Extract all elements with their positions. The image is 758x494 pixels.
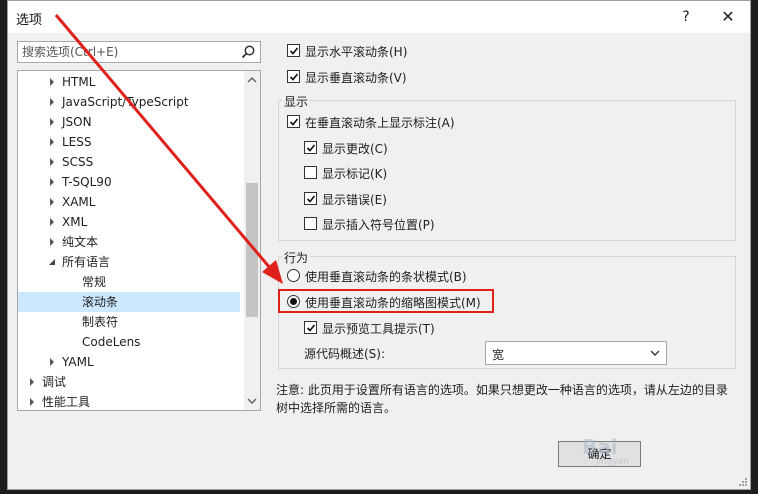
tree-item[interactable]: YAML — [18, 352, 240, 372]
expanded-arrow-icon[interactable] — [48, 258, 56, 266]
tree-item-label: LESS — [62, 135, 92, 149]
watermark-subtext: jingyan — [596, 457, 629, 467]
tree-item-label: 制表符 — [82, 315, 119, 329]
search-input[interactable] — [22, 44, 232, 60]
highlight-annotation — [278, 289, 494, 313]
note-text: 注意: 此页用于设置所有语言的选项。如果只想更改一种语言的选项，请从左边的目录树… — [276, 383, 728, 415]
show-preview-checkbox[interactable] — [304, 321, 317, 334]
tree-item[interactable]: 纯文本 — [18, 232, 240, 252]
show-errors-checkbox[interactable] — [304, 192, 317, 205]
show-changes-checkbox[interactable] — [304, 141, 317, 154]
tree-item-label: CodeLens — [82, 335, 141, 349]
tree-item[interactable]: CodeLens — [18, 332, 240, 352]
show-caret-label: 显示插入符号位置(P) — [322, 218, 435, 232]
source-overview-select[interactable]: 宽 — [485, 341, 667, 365]
window-title: 选项 — [16, 13, 43, 28]
tree-scrollbar[interactable] — [244, 71, 260, 410]
tree-item[interactable]: 滚动条 — [18, 292, 240, 312]
tree-item-label: JSON — [62, 115, 92, 129]
tree-item[interactable]: 常规 — [18, 272, 240, 292]
scroll-down-icon[interactable] — [247, 396, 257, 406]
collapsed-arrow-icon[interactable] — [48, 138, 56, 146]
watermark-text: Bai — [582, 435, 618, 459]
tree-item-label: 调试 — [42, 375, 67, 389]
tree-item-label: T-SQL90 — [62, 175, 112, 189]
collapsed-arrow-icon[interactable] — [48, 98, 56, 106]
show-changes-label: 显示更改(C) — [322, 142, 388, 156]
close-button[interactable]: ✕ — [718, 7, 738, 27]
tree-item[interactable]: XML — [18, 212, 240, 232]
search-box[interactable] — [17, 41, 261, 63]
tree-item-label: 纯文本 — [62, 235, 99, 249]
help-button[interactable]: ? — [676, 7, 696, 27]
source-overview-label: 源代码概述(S): — [304, 347, 386, 361]
collapsed-arrow-icon[interactable] — [48, 198, 56, 206]
options-tree: HTML JavaScript/TypeScript JSON LESS SCSS T-S… — [17, 70, 261, 411]
show-preview-label: 显示预览工具提示(T) — [322, 322, 435, 336]
chevron-down-icon — [650, 350, 660, 356]
tree-item[interactable]: 性能工具 — [18, 392, 240, 410]
collapsed-arrow-icon[interactable] — [28, 378, 36, 386]
tree-item[interactable]: XAML — [18, 192, 240, 212]
tree-item-label: JavaScript/TypeScript — [62, 95, 189, 109]
show-annotations-label: 在垂直滚动条上显示标注(A) — [305, 116, 455, 130]
tree-item-label: HTML — [62, 75, 96, 89]
tree-item[interactable]: LESS — [18, 132, 240, 152]
show-vscroll-label: 显示垂直滚动条(V) — [305, 71, 407, 85]
show-hscroll-label: 显示水平滚动条(H) — [305, 45, 408, 59]
bar-mode-label: 使用垂直滚动条的条状模式(B) — [305, 270, 467, 284]
tree-item-label: 常规 — [82, 275, 107, 289]
tree-item[interactable]: 制表符 — [18, 312, 240, 332]
tree-item-label: SCSS — [62, 155, 94, 169]
show-annotations-checkbox[interactable] — [287, 115, 300, 128]
tree-item-label: YAML — [62, 355, 94, 369]
collapsed-arrow-icon[interactable] — [48, 178, 56, 186]
collapsed-arrow-icon[interactable] — [28, 398, 36, 406]
scroll-thumb[interactable] — [246, 183, 258, 317]
collapsed-arrow-icon[interactable] — [48, 218, 56, 226]
watermark-logo: Bai jingyan — [582, 435, 652, 471]
tree-item[interactable]: HTML — [18, 72, 240, 92]
resize-grip-icon[interactable] — [738, 477, 748, 487]
tree-item-label: XAML — [62, 195, 96, 209]
tree-item-label: 性能工具 — [42, 395, 91, 409]
show-errors-label: 显示错误(E) — [322, 193, 387, 207]
collapsed-arrow-icon[interactable] — [48, 78, 56, 86]
collapsed-arrow-icon[interactable] — [48, 358, 56, 366]
show-caret-checkbox[interactable] — [304, 217, 317, 230]
collapsed-arrow-icon[interactable] — [48, 118, 56, 126]
tree-item[interactable]: 所有语言 — [18, 252, 240, 272]
collapsed-arrow-icon[interactable] — [48, 158, 56, 166]
search-icon[interactable] — [240, 44, 256, 60]
show-vscroll-checkbox[interactable] — [287, 70, 300, 83]
show-marks-checkbox[interactable] — [304, 166, 317, 179]
tree-item[interactable]: JavaScript/TypeScript — [18, 92, 240, 112]
tree-item-label: 所有语言 — [62, 255, 111, 269]
behavior-group-title: 行为 — [282, 249, 311, 266]
show-marks-label: 显示标记(K) — [322, 167, 388, 181]
source-overview-value: 宽 — [492, 348, 505, 362]
scroll-up-icon[interactable] — [247, 75, 257, 85]
tree-item[interactable]: 调试 — [18, 372, 240, 392]
show-hscroll-checkbox[interactable] — [287, 44, 300, 57]
tree-item[interactable]: T-SQL90 — [18, 172, 240, 192]
tree-item-label: 滚动条 — [82, 295, 119, 309]
options-dialog: 选项 ? ✕ HTML JavaScript/TypeScript JSON LESS… — [7, 0, 751, 490]
bar-mode-radio[interactable] — [287, 269, 300, 282]
tree-item[interactable]: SCSS — [18, 152, 240, 172]
display-group-title: 显示 — [282, 93, 311, 110]
collapsed-arrow-icon[interactable] — [48, 238, 56, 246]
tree-item[interactable]: JSON — [18, 112, 240, 132]
title-bar: 选项 ? ✕ — [8, 1, 750, 33]
tree-item-label: XML — [62, 215, 88, 229]
